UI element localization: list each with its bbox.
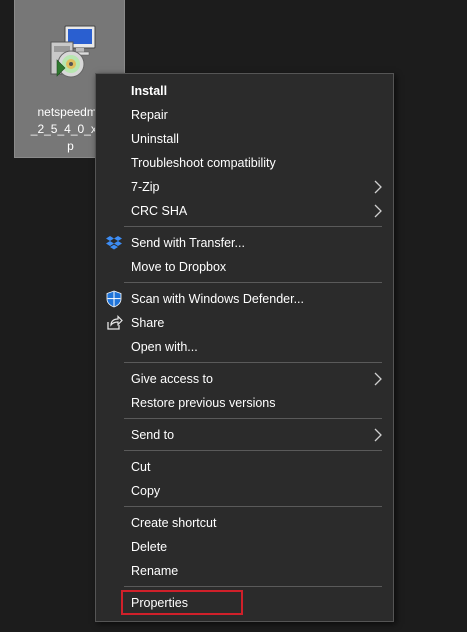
menu-item-restore-previous-versions[interactable]: Restore previous versions — [96, 391, 393, 415]
chevron-right-icon — [374, 428, 382, 442]
menu-item-create-shortcut[interactable]: Create shortcut — [96, 511, 393, 535]
properties-highlight-box — [121, 590, 243, 615]
chevron-right-icon — [374, 204, 382, 218]
context-menu: Install Repair Uninstall Troubleshoot co… — [95, 73, 394, 622]
menu-item-troubleshoot-compatibility[interactable]: Troubleshoot compatibility — [96, 151, 393, 175]
menu-item-7zip[interactable]: 7-Zip — [96, 175, 393, 199]
share-icon — [107, 315, 123, 330]
menu-item-label: Create shortcut — [131, 516, 217, 530]
menu-separator — [124, 282, 382, 283]
menu-item-delete[interactable]: Delete — [96, 535, 393, 559]
menu-item-cut[interactable]: Cut — [96, 455, 393, 479]
menu-item-move-to-dropbox[interactable]: Move to Dropbox — [96, 255, 393, 279]
menu-item-label: Delete — [131, 540, 168, 554]
menu-item-share[interactable]: Share — [96, 311, 393, 335]
menu-item-open-with[interactable]: Open with... — [96, 335, 393, 359]
menu-item-install[interactable]: Install — [96, 79, 393, 103]
windows-defender-shield-icon — [106, 290, 122, 308]
menu-item-label: Cut — [131, 460, 151, 474]
menu-item-label: CRC SHA — [131, 204, 188, 218]
menu-item-label: Rename — [131, 564, 179, 578]
menu-separator — [124, 586, 382, 587]
installer-package-icon — [50, 25, 96, 78]
menu-item-copy[interactable]: Copy — [96, 479, 393, 503]
menu-item-label: Restore previous versions — [131, 396, 276, 410]
menu-separator — [124, 362, 382, 363]
menu-item-label: Give access to — [131, 372, 213, 386]
menu-item-label: 7-Zip — [131, 180, 160, 194]
menu-item-crc-sha[interactable]: CRC SHA — [96, 199, 393, 223]
chevron-right-icon — [374, 372, 382, 386]
menu-item-label: Scan with Windows Defender... — [131, 292, 304, 306]
menu-item-scan-with-windows-defender[interactable]: Scan with Windows Defender... — [96, 287, 393, 311]
menu-separator — [124, 226, 382, 227]
dropbox-icon — [106, 236, 122, 250]
menu-item-label: Copy — [131, 484, 161, 498]
menu-item-label: Install — [131, 84, 168, 98]
menu-item-label: Send to — [131, 428, 175, 442]
menu-item-label: Uninstall — [131, 132, 179, 146]
menu-item-give-access-to[interactable]: Give access to — [96, 367, 393, 391]
chevron-right-icon — [374, 180, 382, 194]
menu-item-label: Repair — [131, 108, 168, 122]
menu-item-rename[interactable]: Rename — [96, 559, 393, 583]
menu-item-send-to[interactable]: Send to — [96, 423, 393, 447]
menu-item-uninstall[interactable]: Uninstall — [96, 127, 393, 151]
menu-item-label: Share — [131, 316, 165, 330]
menu-item-label: Troubleshoot compatibility — [131, 156, 276, 170]
menu-separator — [124, 418, 382, 419]
menu-item-label: Open with... — [131, 340, 198, 354]
menu-item-repair[interactable]: Repair — [96, 103, 393, 127]
menu-separator — [124, 506, 382, 507]
menu-item-label: Move to Dropbox — [131, 260, 227, 274]
menu-item-send-with-transfer[interactable]: Send with Transfer... — [96, 231, 393, 255]
menu-item-label: Send with Transfer... — [131, 236, 245, 250]
menu-separator — [124, 450, 382, 451]
